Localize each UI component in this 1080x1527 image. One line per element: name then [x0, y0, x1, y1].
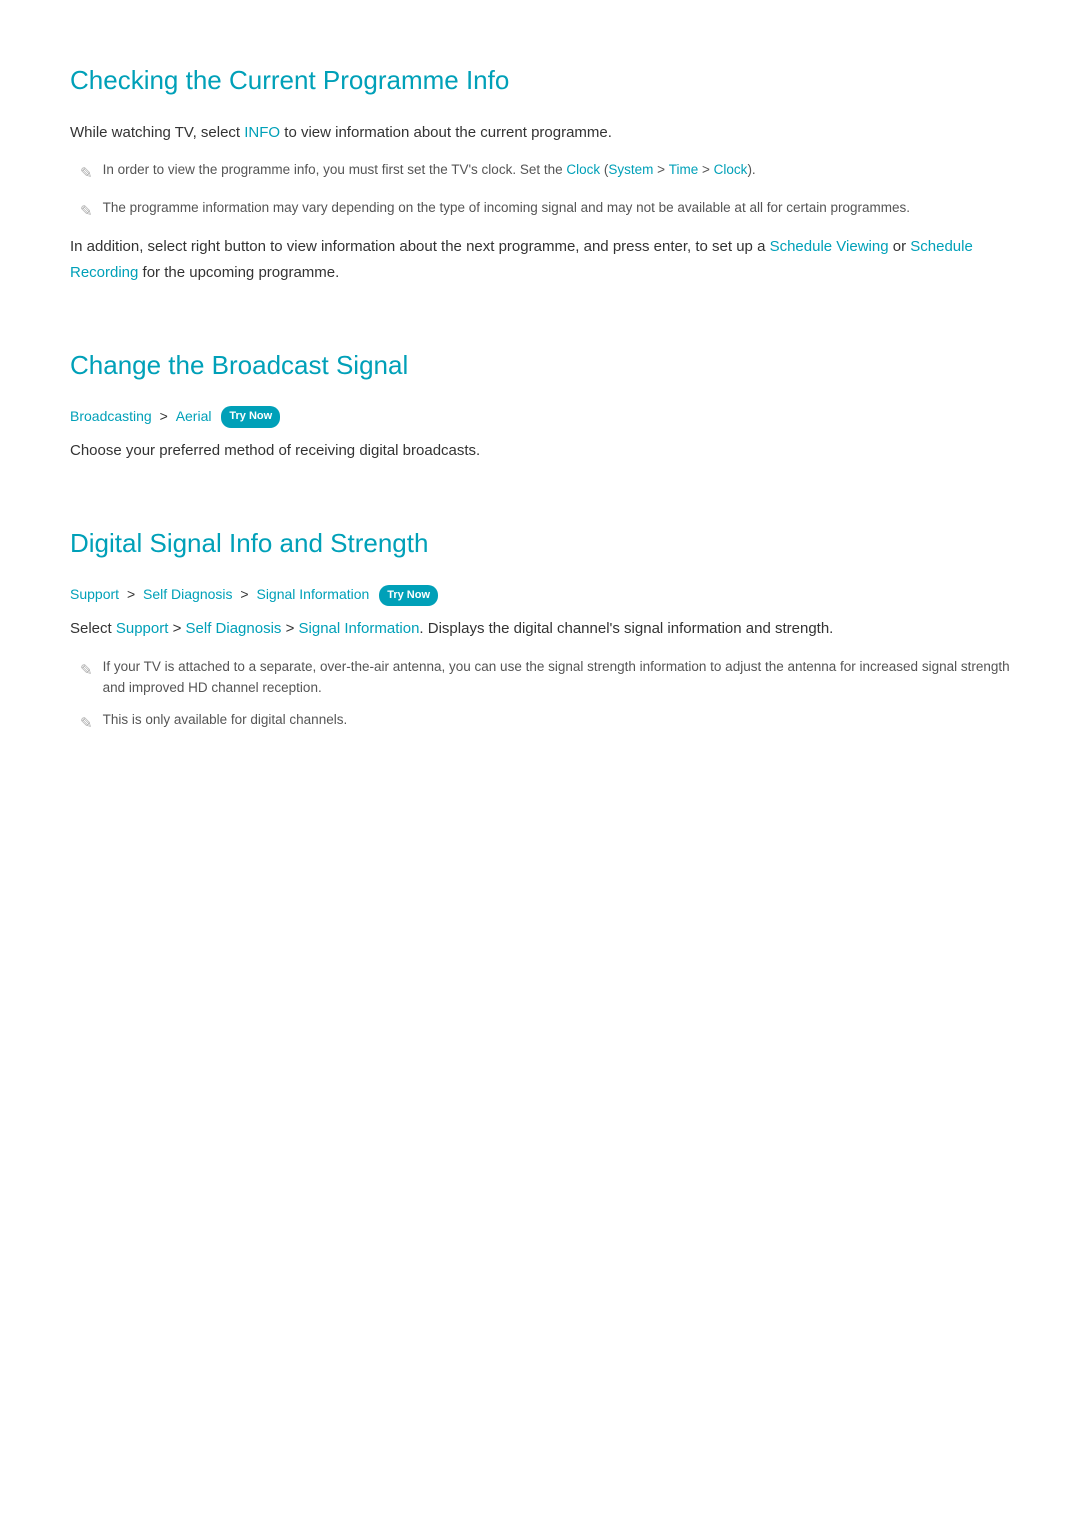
breadcrumb-sep1: > [160, 408, 168, 424]
section-programme-info: Checking the Current Programme Info Whil… [70, 40, 1010, 285]
signal-information-link2[interactable]: Signal Information [299, 620, 420, 637]
note-icon-2 [80, 199, 93, 225]
section3-note2-text: This is only available for digital chann… [103, 709, 348, 731]
section1-note2: The programme information may vary depen… [80, 197, 1010, 225]
info-link[interactable]: INFO [244, 124, 280, 141]
section2-body: Choose your preferred method of receivin… [70, 438, 1010, 464]
section3-body: Select Support > Self Diagnosis > Signal… [70, 616, 1010, 642]
self-diagnosis-link2[interactable]: Self Diagnosis [186, 620, 282, 637]
section2-breadcrumb: Broadcasting > Aerial Try Now [70, 405, 1010, 428]
time-link[interactable]: Time [669, 162, 699, 177]
note-icon-1 [80, 161, 93, 187]
section1-note1: In order to view the programme info, you… [80, 159, 1010, 187]
section3-note1-text: If your TV is attached to a separate, ov… [103, 656, 1010, 699]
note-icon-4 [80, 711, 93, 737]
try-now-badge-1[interactable]: Try Now [221, 406, 280, 428]
support-link2[interactable]: Support [116, 620, 169, 637]
aerial-link[interactable]: Aerial [176, 408, 212, 424]
section1-note2-text: The programme information may vary depen… [103, 197, 910, 219]
system-link[interactable]: System [608, 162, 653, 177]
section3-note2: This is only available for digital chann… [80, 709, 1010, 737]
section3-note1: If your TV is attached to a separate, ov… [80, 656, 1010, 699]
broadcasting-link[interactable]: Broadcasting [70, 408, 152, 424]
schedule-viewing-link[interactable]: Schedule Viewing [770, 238, 889, 255]
clock-link[interactable]: Clock [566, 162, 600, 177]
section2-title: Change the Broadcast Signal [70, 325, 1010, 387]
section1-note1-text: In order to view the programme info, you… [103, 159, 756, 181]
signal-information-link[interactable]: Signal Information [256, 586, 369, 602]
clock-link2[interactable]: Clock [714, 162, 748, 177]
self-diagnosis-link[interactable]: Self Diagnosis [143, 586, 233, 602]
breadcrumb-sep3: > [240, 586, 248, 602]
note-icon-3 [80, 658, 93, 684]
section-digital-signal: Digital Signal Info and Strength Support… [70, 503, 1010, 736]
section3-breadcrumb: Support > Self Diagnosis > Signal Inform… [70, 583, 1010, 606]
section3-title: Digital Signal Info and Strength [70, 503, 1010, 565]
section1-body2: In addition, select right button to view… [70, 234, 1010, 285]
section1-title: Checking the Current Programme Info [70, 40, 1010, 102]
section1-intro: While watching TV, select INFO to view i… [70, 120, 1010, 146]
try-now-badge-2[interactable]: Try Now [379, 585, 438, 607]
support-link[interactable]: Support [70, 586, 119, 602]
section-broadcast-signal: Change the Broadcast Signal Broadcasting… [70, 325, 1010, 463]
breadcrumb-sep2: > [127, 586, 135, 602]
